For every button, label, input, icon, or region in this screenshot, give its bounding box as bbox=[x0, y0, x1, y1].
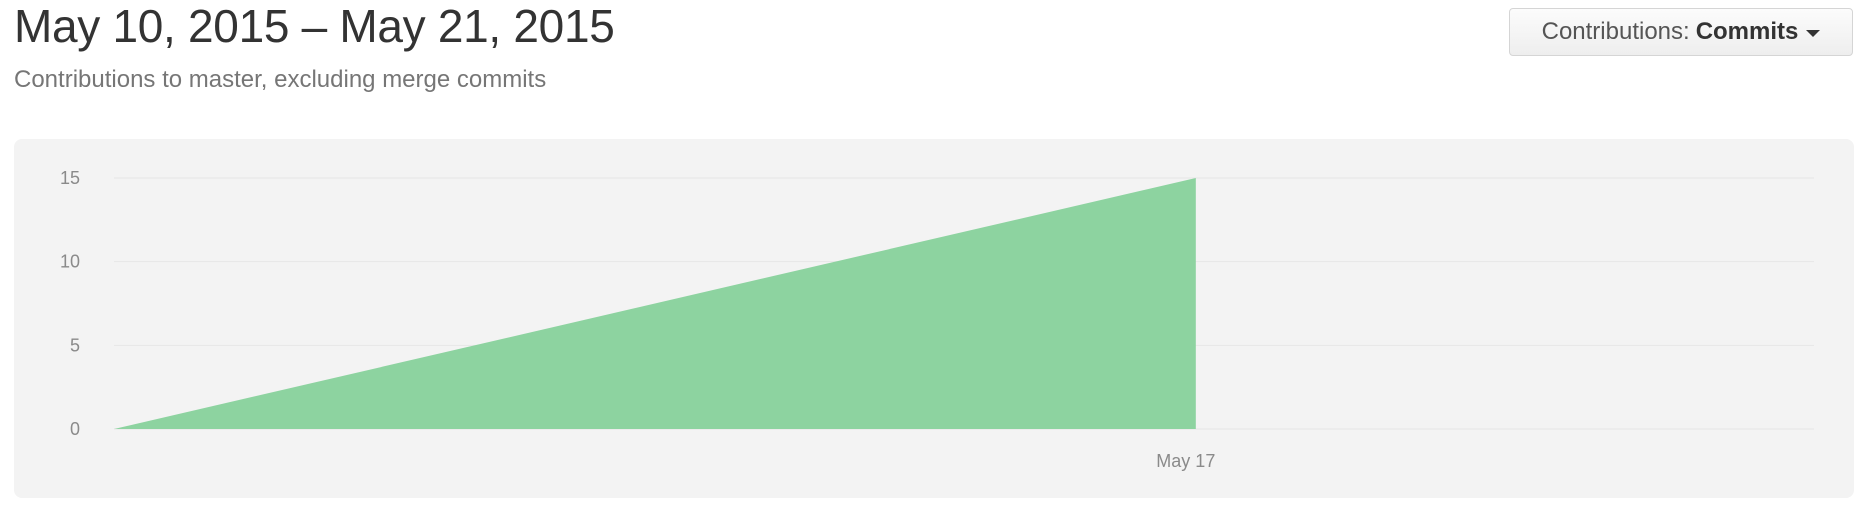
page-subtitle: Contributions to master, excluding merge… bbox=[14, 66, 547, 93]
contributions-type-select[interactable]: Contributions: Commits bbox=[1509, 8, 1853, 56]
y-tick-label: 5 bbox=[70, 335, 80, 355]
x-tick-label: May 17 bbox=[1156, 451, 1215, 471]
y-tick-label: 15 bbox=[60, 168, 80, 188]
page-header: May 10, 2015 – May 21, 2015 Contribution… bbox=[14, 0, 615, 95]
caret-down-icon bbox=[1806, 29, 1821, 37]
contributions-chart-panel: 0 5 10 15 May 17 bbox=[14, 139, 1854, 498]
page-title: May 10, 2015 – May 21, 2015 bbox=[14, 0, 615, 52]
contributions-select-prefix: Contributions: bbox=[1541, 18, 1690, 45]
y-tick-label: 10 bbox=[60, 252, 80, 272]
contributions-area-chart: 0 5 10 15 May 17 bbox=[60, 168, 1814, 471]
commits-area-series bbox=[114, 178, 1196, 429]
contributions-select-value: Commits bbox=[1695, 18, 1799, 45]
y-tick-label: 0 bbox=[70, 419, 80, 439]
